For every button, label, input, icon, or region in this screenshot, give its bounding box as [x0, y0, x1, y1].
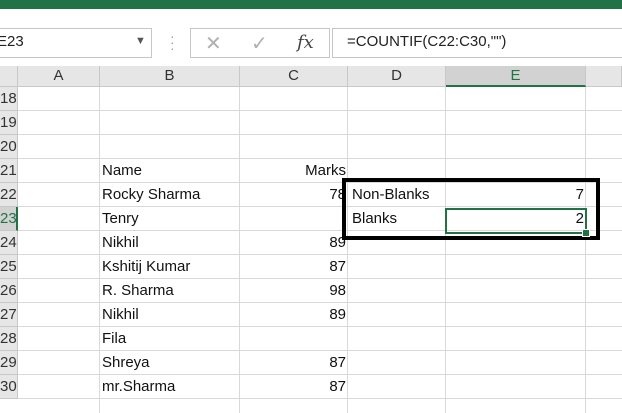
marks-cell[interactable]: 98 — [240, 279, 346, 303]
name-cell[interactable]: Name — [102, 159, 238, 183]
column-header-f[interactable] — [586, 66, 622, 87]
column-header-a[interactable]: A — [18, 66, 100, 87]
name-cell[interactable]: Shreya — [102, 351, 238, 375]
label-cell[interactable] — [352, 87, 444, 111]
formula-buttons: ✕ ✓ fx — [190, 28, 330, 58]
select-all-corner[interactable] — [0, 66, 18, 87]
count-cell[interactable] — [446, 279, 584, 303]
name-cell[interactable]: Nikhil — [102, 231, 238, 255]
marks-cell[interactable]: Marks — [240, 159, 346, 183]
row-header[interactable]: 28 — [0, 327, 18, 351]
row-header[interactable]: 24 — [0, 231, 18, 255]
column-header-d[interactable]: D — [348, 66, 446, 87]
close-icon[interactable]: ✕ — [205, 31, 222, 56]
grid-line — [347, 87, 348, 413]
label-cell[interactable] — [352, 375, 444, 399]
column-header-e[interactable]: E — [446, 66, 586, 87]
row-header[interactable]: 22 — [0, 183, 18, 207]
name-cell[interactable]: Tenry — [102, 207, 238, 231]
count-cell[interactable] — [446, 87, 584, 111]
formula-input[interactable]: =COUNTIF(C22:C30,"") — [332, 28, 622, 58]
chevron-down-icon[interactable]: ▼ — [135, 35, 146, 47]
count-cell[interactable] — [446, 135, 584, 159]
grid-line — [585, 87, 586, 413]
count-cell[interactable] — [446, 303, 584, 327]
marks-cell[interactable] — [240, 207, 346, 231]
count-cell[interactable] — [446, 111, 584, 135]
formula-text: =COUNTIF(C22:C30,"") — [347, 33, 507, 50]
name-box[interactable]: E23 ▼ — [0, 28, 152, 58]
row-header[interactable]: 20 — [0, 135, 18, 159]
label-cell[interactable] — [352, 303, 444, 327]
worksheet-grid[interactable]: A B C D E 18 19 20 21 Name Marks 22 Rocky Sharm… — [0, 66, 622, 413]
row-header[interactable]: 25 — [0, 255, 18, 279]
marks-cell[interactable] — [240, 111, 346, 135]
label-cell[interactable] — [352, 255, 444, 279]
row-header[interactable]: 30 — [0, 375, 18, 399]
fill-handle[interactable] — [582, 229, 590, 237]
name-cell[interactable]: Fila — [102, 327, 238, 351]
count-cell[interactable] — [446, 255, 584, 279]
label-cell[interactable] — [352, 351, 444, 375]
count-cell[interactable] — [446, 351, 584, 375]
marks-cell[interactable]: 87 — [240, 351, 346, 375]
marks-cell[interactable] — [240, 327, 346, 351]
name-box-value: E23 — [0, 33, 24, 50]
marks-cell[interactable]: 87 — [240, 255, 346, 279]
count-cell[interactable] — [446, 375, 584, 399]
check-icon[interactable]: ✓ — [251, 31, 268, 56]
row-header[interactable]: 19 — [0, 111, 18, 135]
formula-bar-area: E23 ▼ · · · ✕ ✓ fx =COUNTIF(C22:C30,"") — [0, 9, 622, 67]
count-cell[interactable] — [446, 327, 584, 351]
row-header[interactable]: 21 — [0, 159, 18, 183]
column-header-b[interactable]: B — [100, 66, 240, 87]
marks-cell[interactable]: 78 — [240, 183, 346, 207]
row-header[interactable]: 18 — [0, 87, 18, 111]
row-header[interactable]: 27 — [0, 303, 18, 327]
name-cell[interactable] — [102, 87, 238, 111]
name-cell[interactable] — [102, 111, 238, 135]
ribbon-edge — [0, 0, 622, 9]
row-header[interactable]: 29 — [0, 351, 18, 375]
fx-icon[interactable]: fx — [297, 32, 314, 53]
row-header[interactable]: 23 — [0, 207, 18, 231]
label-cell[interactable] — [352, 279, 444, 303]
name-cell[interactable]: Kshitij Kumar — [102, 255, 238, 279]
label-cell[interactable] — [352, 135, 444, 159]
name-cell[interactable] — [102, 135, 238, 159]
marks-cell[interactable] — [240, 135, 346, 159]
column-header-c[interactable]: C — [240, 66, 348, 87]
active-cell-e23[interactable] — [445, 208, 587, 234]
marks-cell[interactable]: 89 — [240, 303, 346, 327]
name-cell[interactable]: Nikhil — [102, 303, 238, 327]
name-cell[interactable]: mr.Sharma — [102, 375, 238, 399]
name-cell[interactable]: R. Sharma — [102, 279, 238, 303]
label-cell[interactable] — [352, 111, 444, 135]
name-cell[interactable]: Rocky Sharma — [102, 183, 238, 207]
marks-cell[interactable] — [240, 87, 346, 111]
marks-cell[interactable]: 87 — [240, 375, 346, 399]
drag-handle-icon[interactable]: · · · — [170, 29, 175, 55]
grid-line — [99, 87, 100, 413]
label-cell[interactable] — [352, 327, 444, 351]
marks-cell[interactable]: 89 — [240, 231, 346, 255]
row-header[interactable]: 26 — [0, 279, 18, 303]
